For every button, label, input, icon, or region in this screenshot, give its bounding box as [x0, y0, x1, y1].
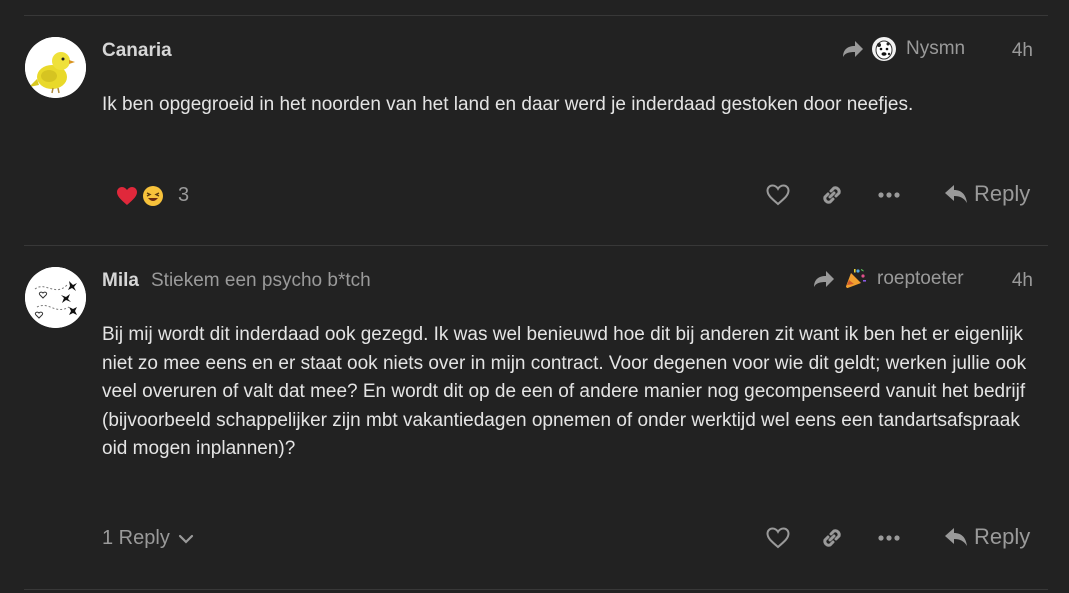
heart-emoji-icon	[117, 186, 137, 205]
post-time[interactable]: 4h	[1012, 40, 1033, 62]
more-options-icon[interactable]	[876, 182, 902, 208]
link-icon[interactable]	[819, 182, 845, 208]
dalmatian-avatar-icon	[872, 37, 896, 61]
avatar[interactable]	[25, 37, 86, 98]
more-options-icon[interactable]	[876, 525, 902, 551]
canary-avatar-icon	[25, 37, 86, 98]
user-title: Stiekem een psycho b*tch	[151, 270, 371, 291]
reactions[interactable]: 3	[116, 184, 189, 207]
party-popper-icon	[845, 268, 866, 289]
post-divider	[24, 245, 1048, 246]
bottom-divider	[24, 589, 1048, 590]
link-icon[interactable]	[819, 525, 845, 551]
post-body: Ik ben opgegroeid in het noorden van het…	[102, 94, 914, 115]
reply-arrow-icon	[843, 41, 863, 57]
reply-label: Reply	[974, 524, 1031, 549]
reply-button[interactable]: Reply	[944, 524, 1030, 550]
reply-button[interactable]: Reply	[944, 181, 1030, 207]
top-divider	[24, 15, 1048, 16]
show-replies-button[interactable]: 1 Reply	[102, 527, 194, 550]
laughing-emoji-icon	[143, 185, 163, 206]
airplanes-avatar-icon	[25, 267, 86, 328]
reply-to-indicator[interactable]: roeptoeter	[813, 267, 964, 291]
username[interactable]: Mila	[102, 270, 139, 292]
reply-label: Reply	[974, 181, 1031, 206]
reply-to-username: roeptoeter	[877, 268, 964, 289]
avatar[interactable]	[25, 267, 86, 328]
username[interactable]: Canaria	[102, 40, 172, 62]
reply-to-avatar	[872, 37, 896, 61]
chevron-down-icon	[178, 534, 193, 544]
reply-to-avatar	[843, 267, 867, 291]
post-body: Bij mij wordt dit inderdaad ook gezegd. …	[102, 324, 1027, 460]
post-time[interactable]: 4h	[1012, 270, 1033, 292]
reply-to-indicator[interactable]: Nysmn	[842, 37, 965, 61]
reply-icon	[945, 528, 967, 546]
replies-count-label: 1 Reply	[102, 527, 170, 549]
reply-icon	[945, 185, 967, 203]
reply-to-username: Nysmn	[906, 38, 966, 59]
like-heart-icon[interactable]	[765, 182, 791, 208]
reaction-count: 3	[178, 184, 190, 206]
like-heart-icon[interactable]	[765, 525, 791, 551]
reply-arrow-icon	[814, 271, 834, 287]
